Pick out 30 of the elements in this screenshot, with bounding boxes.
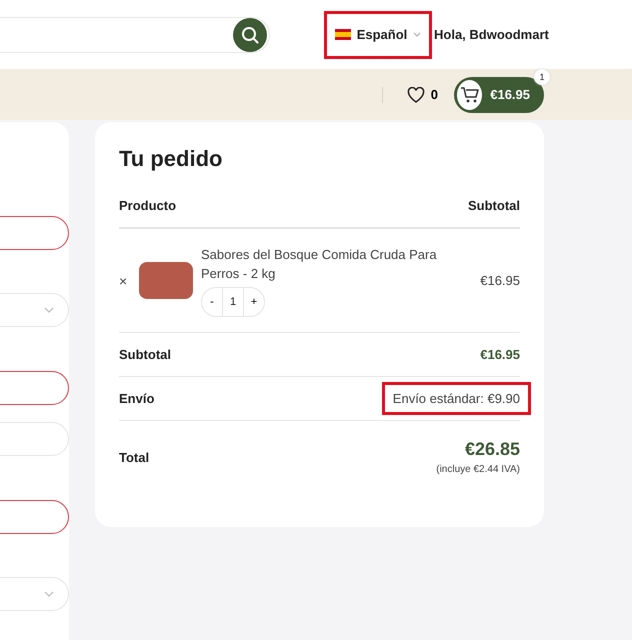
cart-count-badge: 1 (534, 68, 550, 84)
chevron-down-icon (44, 307, 54, 313)
photo-placeholder (139, 262, 193, 299)
quantity-value[interactable]: 1 (222, 288, 244, 316)
decrease-button[interactable]: - (202, 296, 222, 308)
flag-icon (334, 29, 351, 40)
order-title: Tu pedido (119, 146, 224, 172)
chevron-down-icon (413, 32, 422, 37)
tax-note: (incluye €2.44 IVA) (436, 464, 520, 475)
shipping-value: Envío estándar: €9.90 (382, 382, 531, 415)
increase-button[interactable]: + (244, 296, 264, 308)
remove-button[interactable]: × (119, 272, 139, 288)
search-button[interactable] (233, 18, 267, 52)
total-label: Total (119, 450, 150, 464)
column-header: Subtotal (468, 198, 520, 213)
search-icon (241, 26, 259, 44)
chevron-down-icon (44, 591, 54, 597)
user-greeting[interactable]: Hola, Bdwoodmart (434, 27, 549, 42)
subtotal-label: Subtotal (119, 347, 171, 362)
item-subtotal: €16.95 (480, 273, 520, 288)
column-header: Producto (119, 198, 176, 213)
language-selector[interactable]: Español (334, 27, 422, 42)
total-value: €26.85 (464, 439, 520, 460)
wishlist-button[interactable]: 0 (406, 86, 438, 102)
subtotal-value: €16.95 (480, 347, 520, 362)
shipping-label: Envío (119, 391, 154, 406)
heart-icon (406, 86, 425, 102)
product-name[interactable]: Sabores del Bosque Comida Cruda Para Perros - 2 kg (201, 244, 471, 282)
cart-icon (460, 86, 480, 104)
search-field[interactable] (0, 16, 270, 52)
